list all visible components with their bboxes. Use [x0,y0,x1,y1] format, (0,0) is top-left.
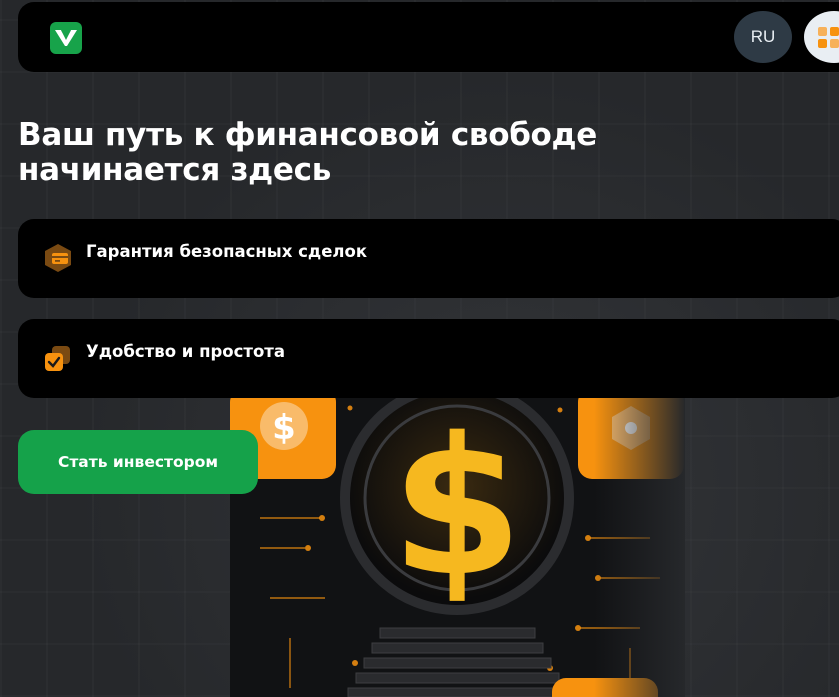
brand-logo[interactable] [50,22,82,54]
become-investor-button[interactable]: Стать инвестором [18,430,258,494]
menu-button[interactable] [804,11,839,63]
feature-convenience: Удобство и простота [18,319,839,398]
checkbox-icon [45,346,70,371]
feature-secure-deals: Гарантия безопасных сделок [18,219,839,298]
feature-label: Гарантия безопасных сделок [86,242,368,261]
feature-label: Удобство и простота [86,342,285,361]
dollar-tech-illustration: $ $ [230,398,685,697]
grid-menu-icon [818,27,839,48]
brand-logo-icon [55,29,77,46]
header-bar: RU [18,2,839,72]
wallet-card-icon [45,244,71,272]
page-title: Ваш путь к финансовой свободе начинается… [18,117,598,188]
language-switcher[interactable]: RU [734,11,792,63]
